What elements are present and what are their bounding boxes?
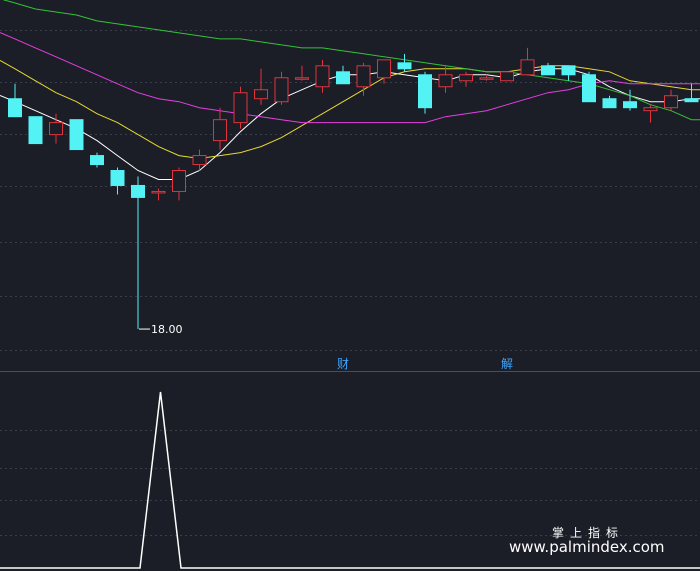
- candle-body: [172, 170, 186, 192]
- candle-body: [49, 122, 63, 136]
- candle[interactable]: [438, 65, 453, 93]
- low-price-label: 18.00: [151, 323, 183, 336]
- candle-body: [418, 74, 432, 109]
- candlesticks: [8, 47, 699, 330]
- candle[interactable]: [110, 167, 125, 195]
- candle[interactable]: [8, 83, 22, 118]
- candle-body: [664, 95, 678, 109]
- candle[interactable]: [90, 152, 104, 168]
- stock-chart: 18.00 财 解: [0, 0, 700, 569]
- candle-body: [336, 71, 350, 85]
- candle-body: [192, 155, 207, 166]
- candle-body: [561, 65, 576, 76]
- candle-body: [28, 116, 43, 145]
- candle[interactable]: [602, 95, 617, 109]
- candle[interactable]: [274, 71, 289, 105]
- candle[interactable]: [233, 86, 248, 129]
- candle-body: [684, 98, 699, 103]
- event-marker-cai[interactable]: 财: [337, 357, 349, 371]
- candle[interactable]: [295, 65, 309, 81]
- candle-body: [274, 77, 289, 103]
- candle[interactable]: [500, 71, 514, 82]
- candle-body: [459, 74, 473, 82]
- candle-body: [233, 92, 248, 124]
- candle[interactable]: [192, 149, 207, 171]
- candle-body: [541, 65, 555, 76]
- watermark-url: www.palmindex.com: [509, 538, 665, 556]
- candle[interactable]: [356, 62, 371, 96]
- candle[interactable]: [315, 59, 330, 93]
- candle[interactable]: [643, 104, 658, 123]
- candle-body: [377, 59, 391, 79]
- candle-body: [602, 98, 617, 109]
- candle-body: [315, 65, 330, 88]
- candle[interactable]: [561, 65, 576, 81]
- candle-body: [69, 119, 84, 151]
- candle-body: [643, 107, 658, 112]
- candle-body: [479, 77, 494, 80]
- grid-lines: [0, 30, 700, 536]
- candle-body: [295, 77, 309, 80]
- annotations: 18.00 财 解: [139, 323, 513, 371]
- candle-body: [110, 170, 125, 186]
- candle[interactable]: [131, 176, 145, 330]
- candle-body: [90, 155, 104, 166]
- candle-body: [356, 65, 371, 88]
- candle[interactable]: [28, 116, 43, 145]
- candle[interactable]: [151, 188, 166, 201]
- candle[interactable]: [520, 47, 535, 76]
- candle-body: [151, 190, 166, 194]
- candle[interactable]: [582, 71, 596, 103]
- candle-body: [623, 101, 637, 109]
- candle-body: [500, 71, 514, 82]
- event-marker-jie[interactable]: 解: [501, 357, 513, 371]
- candle[interactable]: [254, 68, 268, 105]
- candle-body: [397, 62, 412, 70]
- candle[interactable]: [459, 71, 473, 87]
- candle[interactable]: [172, 167, 186, 201]
- candle-body: [8, 98, 22, 118]
- candle-body: [213, 119, 227, 142]
- candle-body: [520, 59, 535, 76]
- candle[interactable]: [213, 107, 227, 150]
- candle-body: [131, 184, 145, 198]
- candle[interactable]: [418, 71, 432, 114]
- candle[interactable]: [336, 65, 350, 85]
- candle-body: [582, 74, 596, 103]
- candle[interactable]: [397, 53, 412, 72]
- candle-body: [438, 74, 453, 88]
- candle-body: [254, 89, 268, 100]
- candle[interactable]: [684, 83, 699, 103]
- candle[interactable]: [623, 89, 637, 111]
- candle[interactable]: [541, 62, 555, 76]
- candle[interactable]: [69, 119, 84, 151]
- candle[interactable]: [664, 89, 678, 111]
